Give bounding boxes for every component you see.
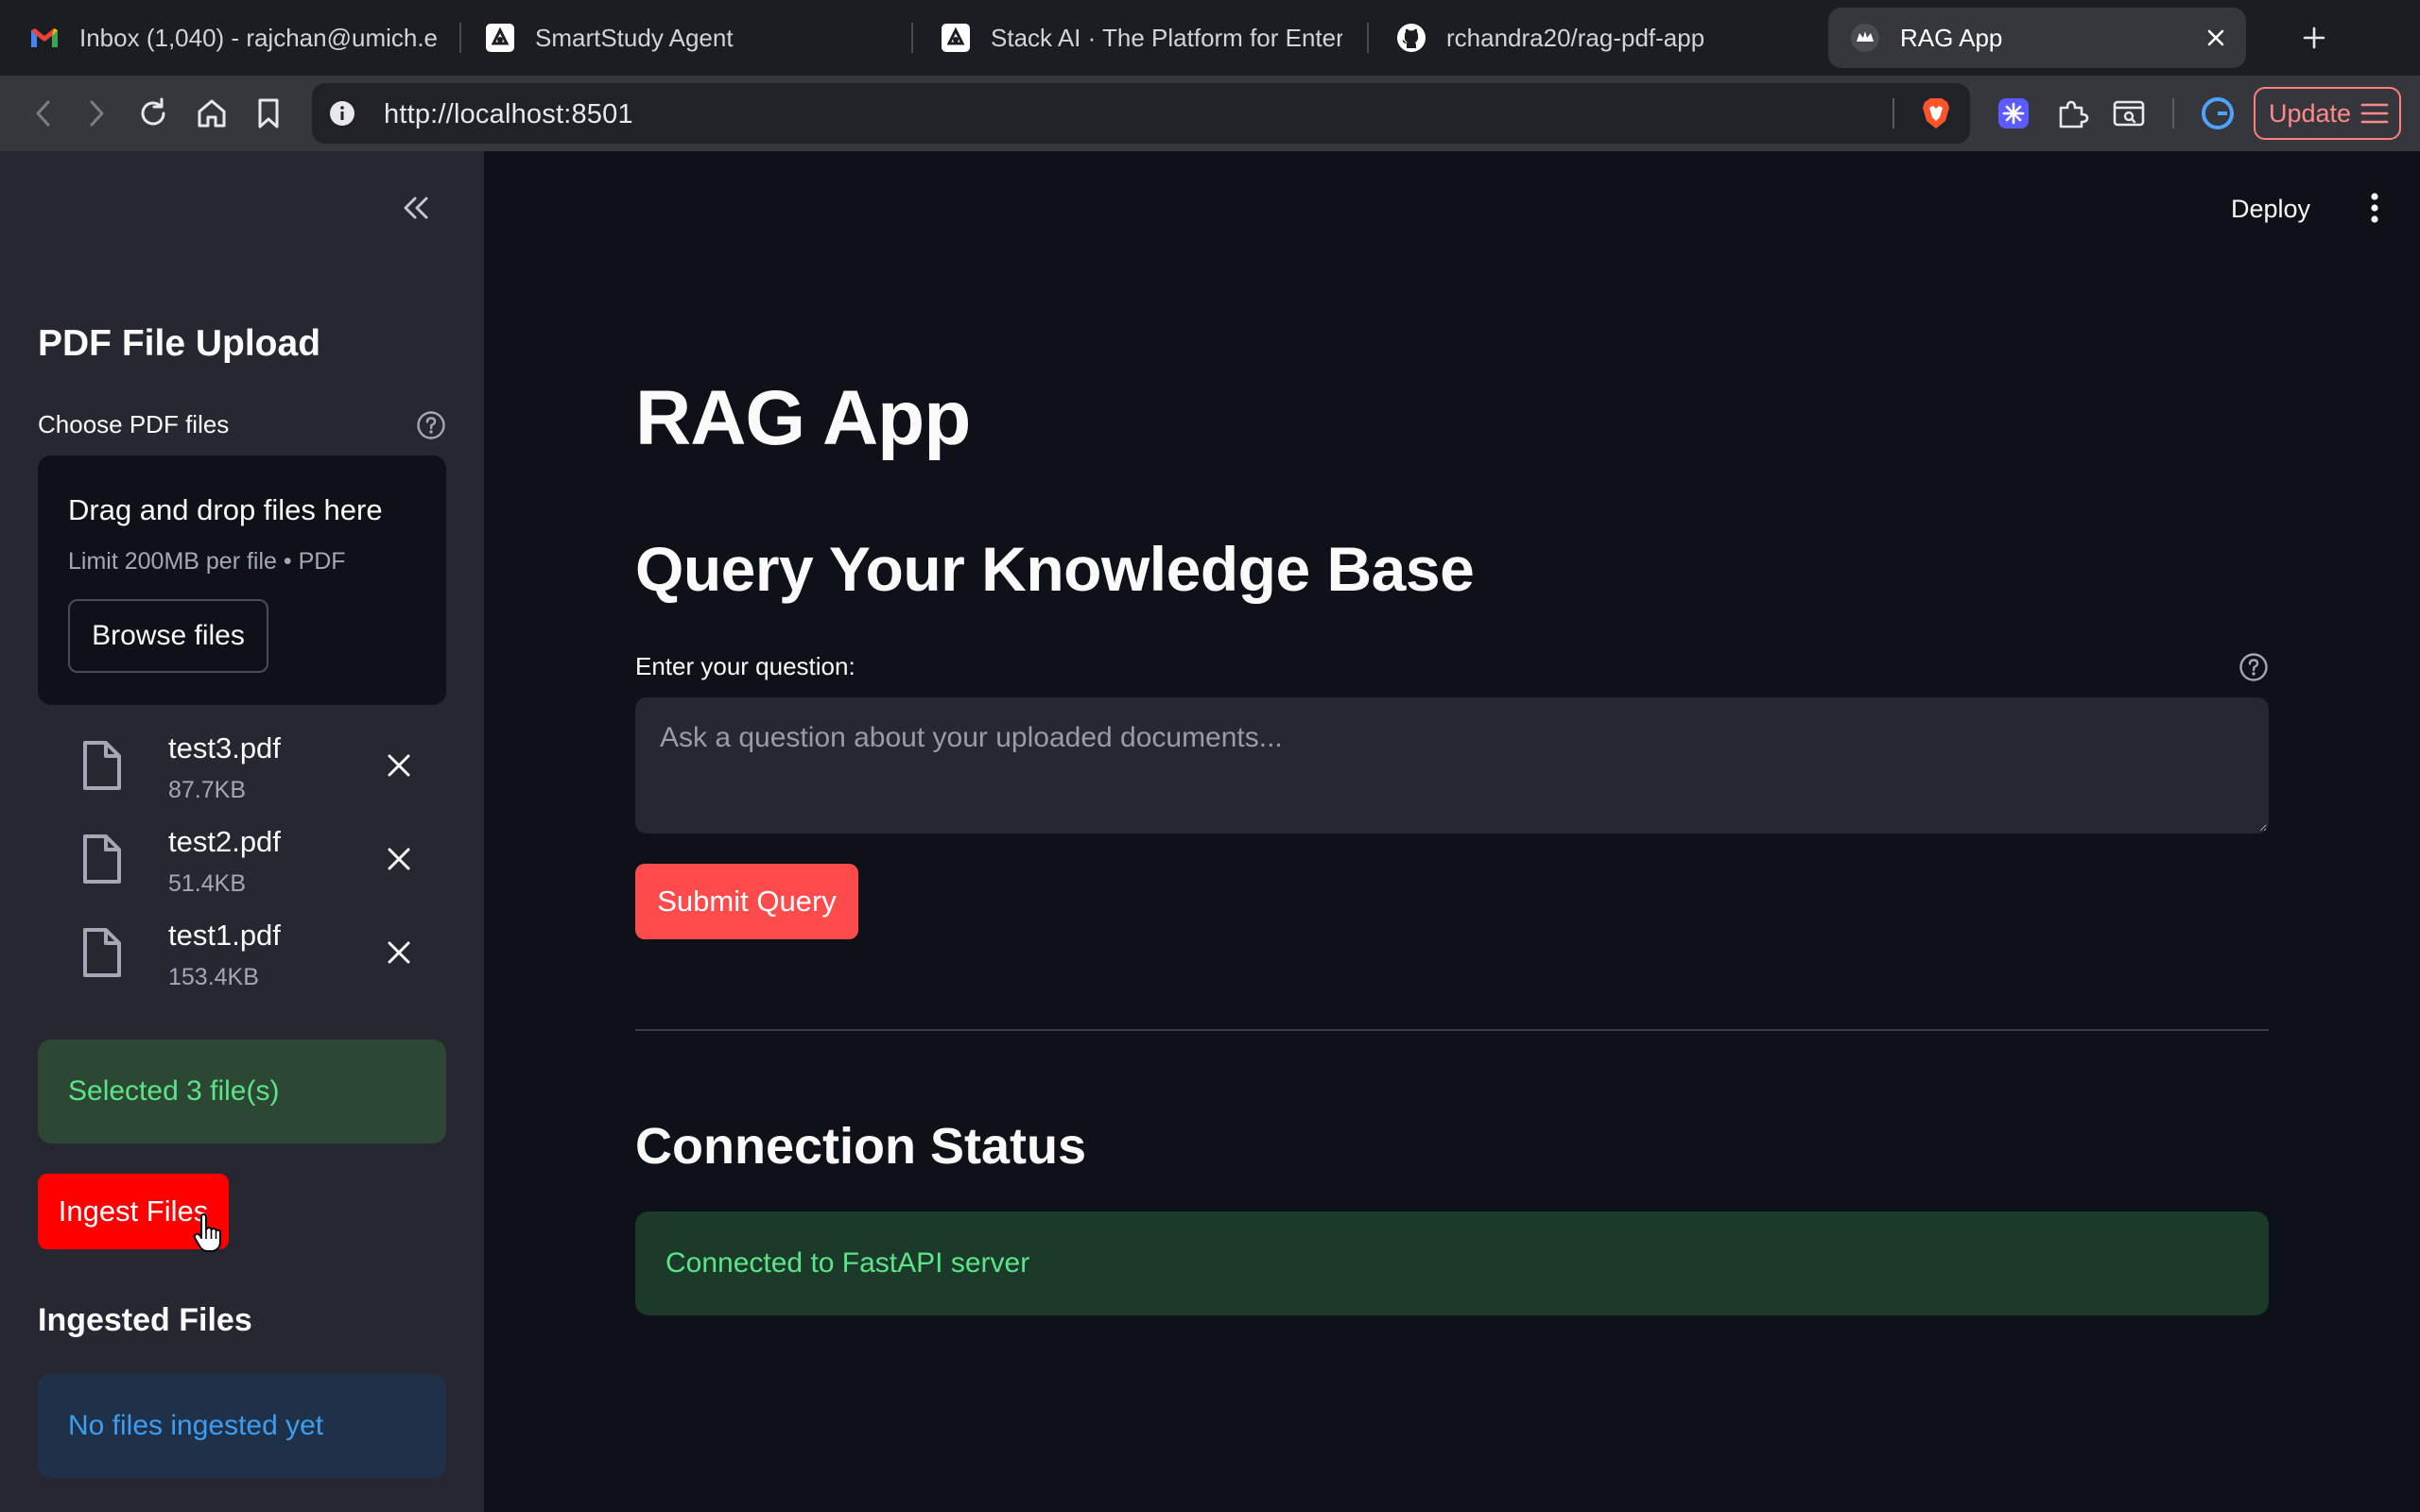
streamlit-icon bbox=[1849, 22, 1881, 54]
update-button[interactable]: Update bbox=[2254, 87, 2401, 140]
ingested-files-alert: No files ingested yet bbox=[38, 1374, 446, 1478]
file-size: 87.7KB bbox=[168, 777, 247, 803]
selected-files-message: Selected 3 file(s) bbox=[68, 1075, 280, 1107]
connection-status-message: Connected to FastAPI server bbox=[666, 1247, 1030, 1279]
question-input[interactable] bbox=[635, 697, 2269, 833]
tab-stack-ai[interactable]: Stack AI · The Platform for Enterprise bbox=[919, 8, 1363, 68]
tab-github-repo[interactable]: rchandra20/rag-pdf-app bbox=[1374, 8, 1819, 68]
sidebar-heading: PDF File Upload bbox=[38, 323, 321, 364]
tab-rag-app[interactable]: RAG App bbox=[1828, 8, 2246, 68]
file-size: 153.4KB bbox=[168, 964, 259, 990]
stackai-icon bbox=[940, 22, 972, 54]
new-tab-button[interactable] bbox=[2293, 17, 2335, 59]
forward-button[interactable] bbox=[78, 94, 115, 132]
remove-file-icon[interactable] bbox=[380, 934, 418, 971]
site-info-icon[interactable] bbox=[325, 96, 359, 130]
main-content: Deploy RAG App Query Your Knowledge Base… bbox=[484, 151, 2420, 1512]
extensions-puzzle-icon[interactable] bbox=[2053, 94, 2091, 132]
question-label: Enter your question: bbox=[635, 652, 856, 680]
page-title: RAG App bbox=[635, 375, 971, 461]
stackai-icon bbox=[484, 22, 516, 54]
back-button[interactable] bbox=[25, 94, 62, 132]
close-tab-icon[interactable] bbox=[2199, 21, 2233, 55]
tab-title: SmartStudy Agent bbox=[535, 23, 734, 52]
reader-view-icon[interactable] bbox=[2110, 94, 2148, 132]
connection-status-alert: Connected to FastAPI server bbox=[635, 1211, 2269, 1315]
file-icon bbox=[79, 833, 125, 885]
browser-toolbar: http://localhost:8501 Update bbox=[0, 76, 2420, 151]
file-icon bbox=[79, 926, 125, 979]
section-divider bbox=[635, 1029, 2269, 1031]
tab-gmail-inbox[interactable]: Inbox (1,040) - rajchan@umich.edu bbox=[8, 8, 459, 68]
home-button[interactable] bbox=[193, 94, 231, 132]
deploy-button[interactable]: Deploy bbox=[2231, 195, 2310, 224]
file-name: test1.pdf bbox=[168, 919, 281, 952]
remove-file-icon[interactable] bbox=[380, 747, 418, 784]
browser-tab-strip: Inbox (1,040) - rajchan@umich.edu SmartS… bbox=[0, 0, 2420, 76]
help-icon[interactable] bbox=[2238, 652, 2269, 682]
uploaded-file-row: test3.pdf 87.7KB bbox=[38, 722, 446, 813]
query-heading: Query Your Knowledge Base bbox=[635, 534, 1475, 604]
help-icon[interactable] bbox=[416, 410, 446, 440]
uploaded-file-row: test2.pdf 51.4KB bbox=[38, 816, 446, 906]
uploader-label: Choose PDF files bbox=[38, 410, 230, 438]
hand-pointer-cursor-icon bbox=[193, 1213, 223, 1253]
reload-button[interactable] bbox=[134, 94, 172, 132]
selected-files-alert: Selected 3 file(s) bbox=[38, 1040, 446, 1143]
file-dropzone[interactable]: Drag and drop files here Limit 200MB per… bbox=[38, 455, 446, 705]
tab-separator bbox=[459, 23, 461, 53]
tab-title: RAG App bbox=[1900, 23, 2003, 52]
more-options-icon[interactable] bbox=[2356, 187, 2394, 229]
ingested-files-heading: Ingested Files bbox=[38, 1302, 252, 1338]
extension-ai-icon[interactable] bbox=[1995, 94, 2032, 132]
gmail-icon bbox=[28, 22, 60, 54]
tab-separator bbox=[1367, 23, 1369, 53]
address-bar[interactable]: http://localhost:8501 bbox=[312, 83, 1970, 144]
sidebar: PDF File Upload Choose PDF files Drag an… bbox=[0, 151, 484, 1512]
url-divider bbox=[1893, 98, 1894, 129]
connection-status-heading: Connection Status bbox=[635, 1118, 1087, 1175]
tab-title: rchandra20/rag-pdf-app bbox=[1446, 23, 1705, 52]
bookmark-button[interactable] bbox=[250, 94, 287, 132]
file-icon bbox=[79, 739, 125, 792]
dropzone-limit: Limit 200MB per file • PDF bbox=[68, 548, 346, 575]
ingested-files-message: No files ingested yet bbox=[68, 1410, 324, 1441]
browse-files-button[interactable]: Browse files bbox=[68, 599, 268, 673]
file-name: test2.pdf bbox=[168, 825, 281, 858]
file-size: 51.4KB bbox=[168, 870, 247, 897]
github-icon bbox=[1395, 22, 1427, 54]
brave-shields-icon[interactable] bbox=[1917, 94, 1955, 132]
toolbar-separator bbox=[2172, 98, 2174, 129]
dropzone-title: Drag and drop files here bbox=[68, 493, 383, 526]
url-text: http://localhost:8501 bbox=[384, 99, 633, 129]
update-label: Update bbox=[2269, 98, 2352, 128]
collapse-sidebar-icon[interactable] bbox=[397, 189, 435, 227]
hamburger-menu-icon bbox=[2360, 102, 2389, 125]
uploaded-file-row: test1.pdf 153.4KB bbox=[38, 909, 446, 1000]
file-name: test3.pdf bbox=[168, 731, 281, 765]
submit-query-button[interactable]: Submit Query bbox=[635, 864, 858, 939]
tab-smartstudy-agent[interactable]: SmartStudy Agent bbox=[463, 8, 908, 68]
tab-title: Inbox (1,040) - rajchan@umich.edu bbox=[79, 23, 439, 52]
remove-file-icon[interactable] bbox=[380, 840, 418, 878]
grammarly-icon[interactable] bbox=[2199, 94, 2237, 132]
tab-title: Stack AI · The Platform for Enterprise bbox=[991, 23, 1342, 52]
tab-separator bbox=[911, 23, 913, 53]
